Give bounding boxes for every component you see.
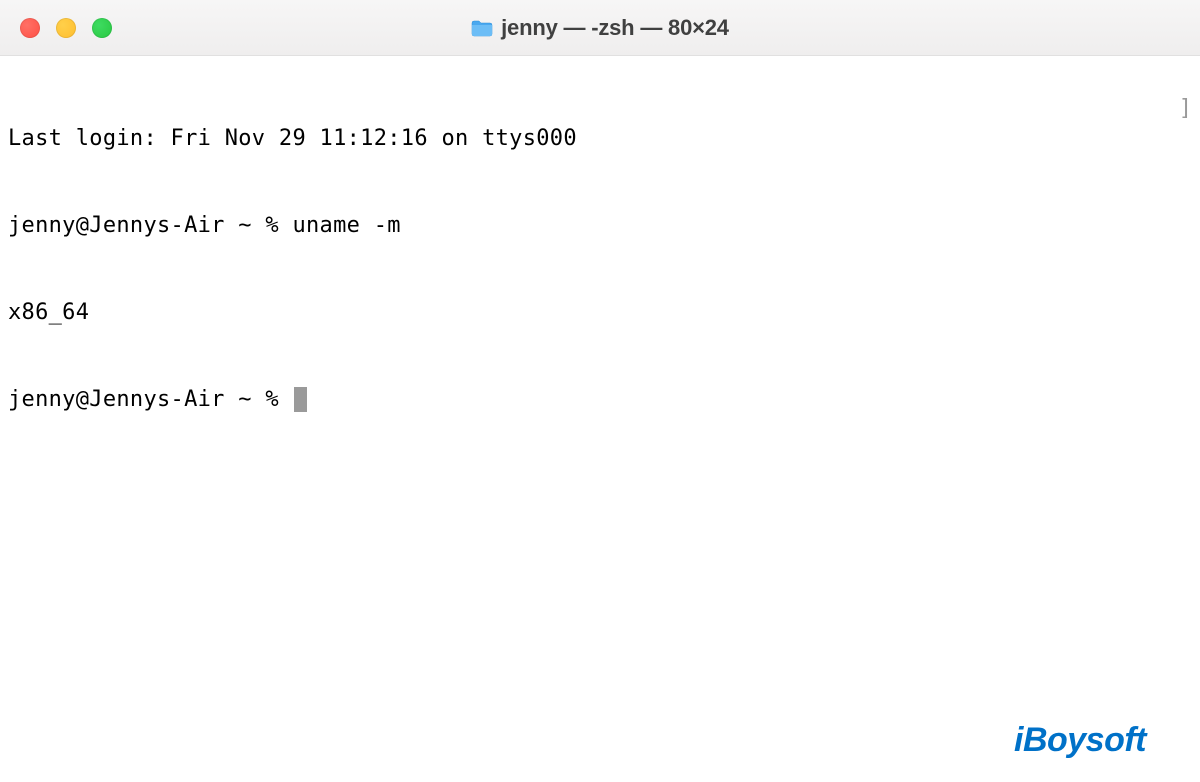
maximize-button[interactable]	[92, 18, 112, 38]
prompt-text: jenny@Jennys-Air ~ %	[8, 385, 292, 414]
window-title: jenny — -zsh — 80×24	[501, 15, 729, 41]
watermark-logo: iBoysoft	[1014, 721, 1146, 760]
scrollbar-indicator-icon: ]	[1179, 96, 1192, 121]
current-prompt-line[interactable]: jenny@Jennys-Air ~ %	[8, 385, 1192, 414]
folder-icon	[471, 19, 493, 37]
terminal-output[interactable]: Last login: Fri Nov 29 11:12:16 on ttys0…	[0, 56, 1200, 443]
title-center: jenny — -zsh — 80×24	[471, 15, 729, 41]
close-button[interactable]	[20, 18, 40, 38]
cursor-icon	[294, 387, 307, 412]
window-controls	[20, 18, 112, 38]
command-line-1: jenny@Jennys-Air ~ % uname -m	[8, 211, 1192, 240]
minimize-button[interactable]	[56, 18, 76, 38]
last-login-line: Last login: Fri Nov 29 11:12:16 on ttys0…	[8, 124, 1192, 153]
window-titlebar: jenny — -zsh — 80×24	[0, 0, 1200, 56]
output-line-1: x86_64	[8, 298, 1192, 327]
